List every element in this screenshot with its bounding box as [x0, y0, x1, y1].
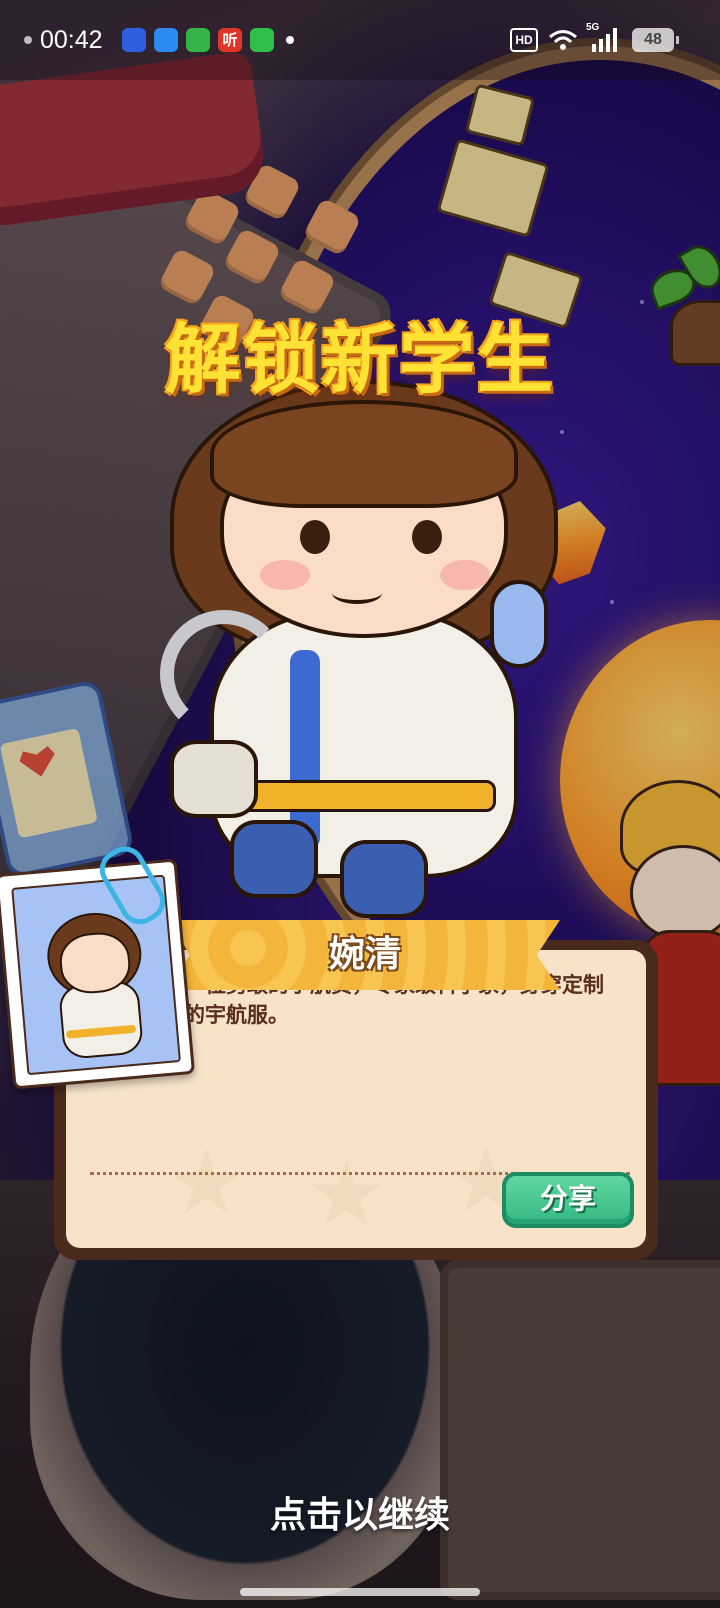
signal-icon	[592, 28, 617, 52]
baidu-icon	[122, 28, 146, 52]
share-button[interactable]: 分享	[502, 1172, 634, 1228]
hd-voice-icon: HD	[510, 28, 538, 52]
student-astronaut-illustration	[150, 360, 580, 920]
left-boot	[230, 820, 318, 898]
shopping-icon	[186, 28, 210, 52]
student-name: 婉清	[328, 934, 401, 975]
status-time: 00:42	[40, 26, 103, 54]
eye	[412, 520, 442, 554]
right-boot	[340, 840, 428, 918]
wifi-icon	[549, 30, 577, 50]
star-pattern-icon: ★	[166, 1130, 247, 1235]
unlock-title: 解锁新学生	[165, 315, 555, 404]
game-screen[interactable]: 解锁新学生 00:42 听 HD 5G 48 ★ ★ ★ 定制的宇航服。 婉清 …	[0, 0, 720, 1608]
student-portrait-card	[0, 839, 196, 1090]
more-notifications-dot	[286, 36, 294, 44]
message-icon	[250, 28, 274, 52]
cheek	[440, 560, 490, 590]
suit-hose	[160, 610, 288, 738]
eye	[300, 520, 330, 554]
battery-icon: 48	[632, 28, 679, 52]
hair-bangs	[210, 400, 518, 508]
home-indicator[interactable]	[240, 1588, 480, 1596]
suit-belt	[240, 780, 496, 812]
cheek	[260, 560, 310, 590]
listen-app-icon: 听	[218, 28, 242, 52]
status-bar: 00:42 听 HD 5G 48	[0, 0, 720, 80]
star-pattern-icon: ★	[306, 1142, 387, 1247]
left-glove	[170, 740, 258, 818]
tap-to-continue[interactable]: 点击以继续	[0, 1486, 720, 1538]
right-glove-pointing	[490, 580, 548, 668]
browser-icon	[154, 28, 178, 52]
status-dot	[24, 36, 32, 44]
mouth	[332, 582, 382, 604]
